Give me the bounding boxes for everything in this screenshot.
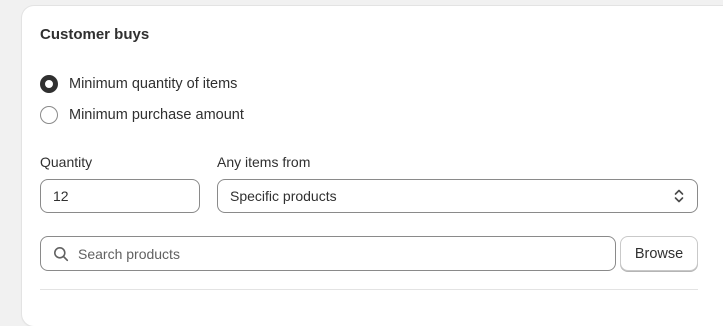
section-title: Customer buys <box>40 26 150 43</box>
quantity-input[interactable] <box>40 179 200 213</box>
items-from-select[interactable]: Specific products <box>217 179 698 213</box>
search-products-input[interactable] <box>78 245 603 262</box>
items-from-label: Any items from <box>217 154 311 170</box>
search-products-field[interactable] <box>40 236 616 271</box>
divider <box>40 289 698 290</box>
radio-minimum-quantity[interactable]: Minimum quantity of items <box>40 74 237 94</box>
quantity-label: Quantity <box>40 154 93 170</box>
browse-button[interactable]: Browse <box>620 236 698 271</box>
radio-button-checked[interactable] <box>40 75 58 93</box>
radio-button-unchecked[interactable] <box>40 106 58 124</box>
radio-label-minimum-purchase: Minimum purchase amount <box>69 107 244 123</box>
radio-label-minimum-quantity: Minimum quantity of items <box>69 76 238 92</box>
search-icon <box>53 246 69 262</box>
customer-buys-card: Customer buys Minimum quantity of items … <box>22 6 723 326</box>
select-chevrons-icon <box>673 187 685 205</box>
items-from-selected-value: Specific products <box>230 188 337 204</box>
radio-minimum-purchase[interactable]: Minimum purchase amount <box>40 105 244 125</box>
